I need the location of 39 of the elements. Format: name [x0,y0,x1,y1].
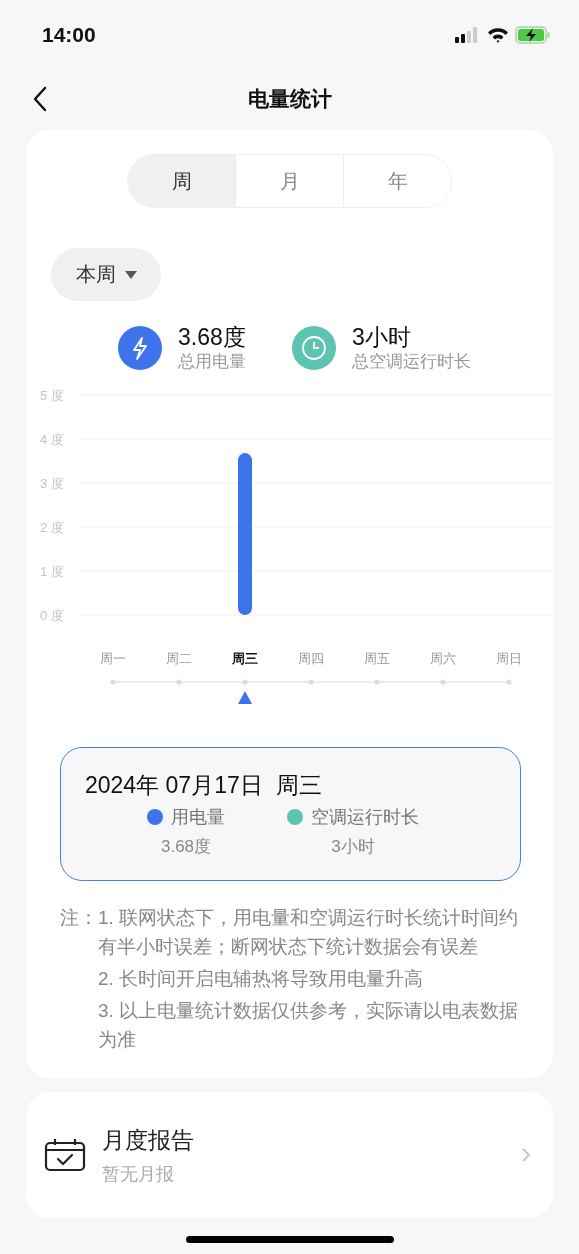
report-subtitle: 暂无月报 [102,1162,175,1186]
y-axis-label: 4 度 [40,432,64,447]
x-axis-label[interactable]: 周日 [496,651,522,666]
detail-label: 空调运行时长 [311,806,419,829]
period-tab[interactable]: 周 [128,155,235,207]
detail-value: 3小时 [331,836,375,858]
y-axis-label: 1 度 [40,564,64,579]
chevron-right-icon [521,1147,531,1163]
page-title: 电量统计 [247,86,332,112]
y-axis-label: 0 度 [40,608,64,623]
back-icon[interactable] [33,86,47,112]
monthly-report-card[interactable]: 月度报告 暂无月报 [26,1092,553,1218]
summary-value: 3小时 [352,323,412,351]
note-prefix: 注： [60,906,98,930]
summary-label: 总用电量 [178,351,246,373]
caret-icon [124,270,137,279]
wifi-icon [487,27,509,43]
x-axis-label[interactable]: 周三 [232,651,258,666]
x-axis-label[interactable]: 周五 [364,651,390,666]
y-axis-label: 5 度 [40,388,64,403]
note-text: 1. 联网状态下，用电量和空调运行时长统计时间约有半小时误差；断网状态下统计数据会有误差 [98,906,520,959]
detail-label: 用电量 [171,806,225,829]
week-dropdown[interactable]: 本周 [51,248,161,301]
detail-date: 2024年 07月17日 周三 [85,771,323,800]
summary-value: 3.68度 [178,323,246,351]
report-title: 月度报告 [102,1125,195,1155]
detail-value: 3.68度 [160,836,212,858]
battery-icon [515,26,551,44]
calendar-check-icon [44,1138,86,1172]
y-axis-label: 3 度 [40,476,64,491]
period-tab[interactable]: 年 [343,155,451,207]
summary-label: 总空调运行时长 [352,351,471,373]
status-time: 14:00 [42,23,96,47]
x-axis-label[interactable]: 周六 [430,651,456,666]
x-axis-label[interactable]: 周二 [166,651,192,666]
x-axis-label[interactable]: 周四 [298,651,324,666]
note-text: 2. 长时间开启电辅热将导致用电量升高 [98,967,425,991]
note-text: 3. 以上电量统计数据仅供参考，实际请以电表数据为准 [98,999,520,1052]
y-axis-label: 2 度 [40,520,64,535]
